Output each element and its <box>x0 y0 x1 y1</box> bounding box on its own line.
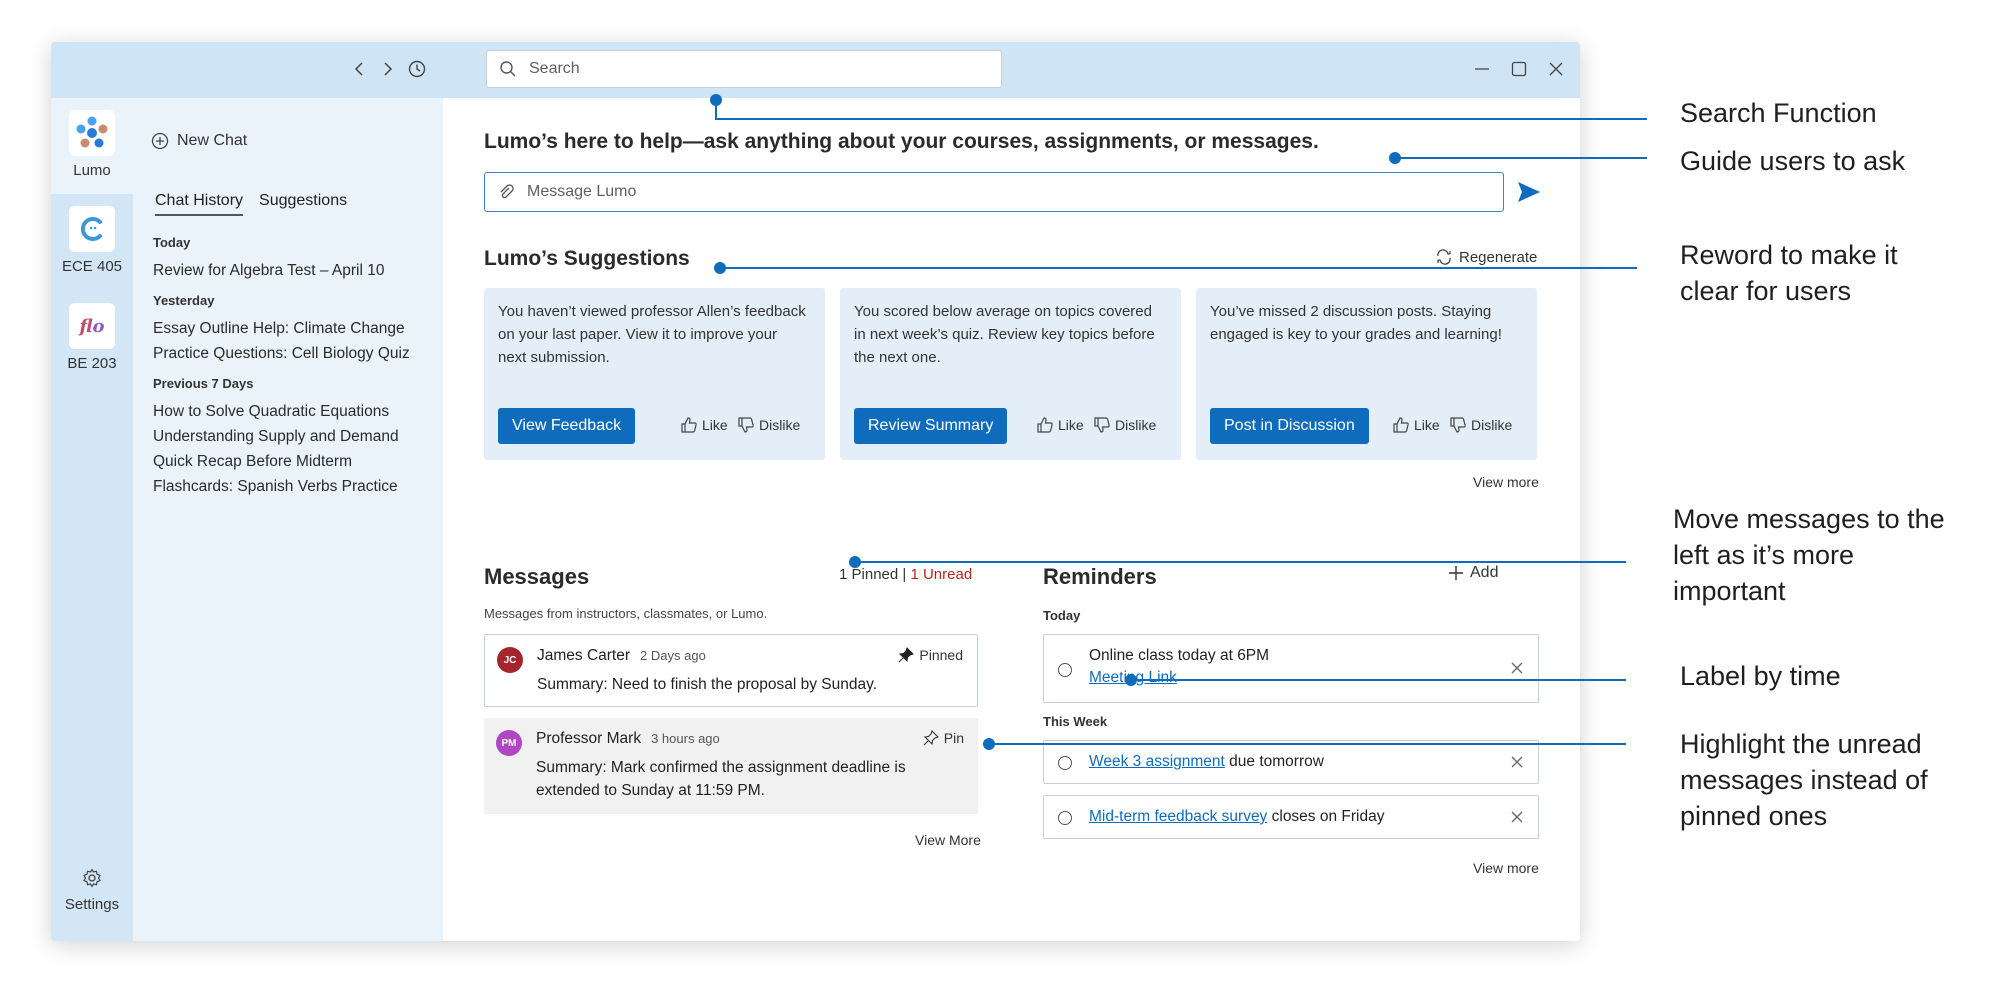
annotation-dot <box>714 262 726 274</box>
annotation-dot <box>710 94 722 106</box>
annotation-dot <box>1389 152 1401 164</box>
annotation-label-time: Label by time <box>1680 661 1841 691</box>
annotation-line <box>715 100 1647 120</box>
annotation-highlight-unread: Highlight the unread messages instead of… <box>1680 729 1928 831</box>
annotation-reword: Reword to make it clear for users <box>1680 240 1898 306</box>
annotation-dot <box>849 556 861 568</box>
annotation-dot <box>1125 674 1137 686</box>
annotation-search: Search Function <box>1680 98 1877 128</box>
annotation-guide: Guide users to ask <box>1680 146 1906 176</box>
annotation-dot <box>983 738 995 750</box>
annotation-move-messages: Move messages to the left as it’s more i… <box>1673 504 1945 606</box>
